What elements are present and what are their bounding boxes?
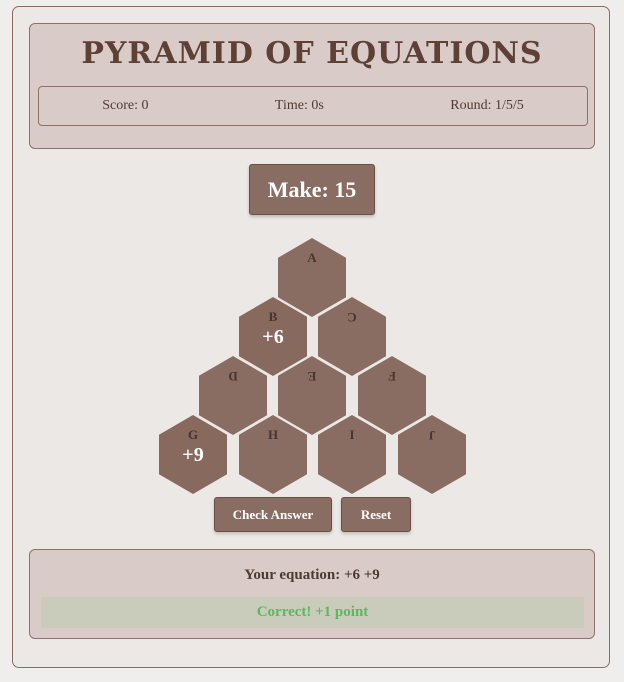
header-panel: PYRAMID OF EQUATIONS Score: 0 Time: 0s R…	[29, 23, 595, 149]
hex-tile-value: +6	[262, 326, 284, 348]
target-number: Make: 15	[249, 164, 375, 215]
hex-tile-b[interactable]: B +6	[239, 297, 307, 376]
hex-tile-c[interactable]: C	[318, 297, 386, 376]
hex-tile-d[interactable]: D	[199, 356, 267, 435]
hex-tile-letter: C	[347, 310, 357, 325]
score-display: Score: 0	[102, 98, 149, 113]
hex-tile-i[interactable]: I	[318, 415, 386, 494]
hex-tile-value: +9	[182, 444, 204, 466]
game-container: PYRAMID OF EQUATIONS Score: 0 Time: 0s R…	[12, 6, 610, 668]
hex-tile-letter: D	[228, 369, 238, 384]
time-display: Time: 0s	[274, 98, 324, 113]
hex-tile-f[interactable]: F	[358, 356, 426, 435]
hex-tile-j[interactable]: J	[398, 415, 466, 494]
hex-tile-letter: J	[428, 428, 436, 443]
hex-tile-letter: H	[267, 427, 279, 442]
hex-tile-letter: F	[388, 369, 396, 384]
check-answer-button[interactable]: Check Answer	[214, 497, 332, 532]
hex-tile-letter: B	[268, 309, 278, 324]
hex-tile-letter: E	[307, 369, 317, 384]
result-panel: Your equation: +6 +9 Correct! +1 point	[29, 549, 595, 639]
equation-display: Your equation: +6 +9	[244, 567, 380, 583]
hex-tile-e[interactable]: E	[278, 356, 346, 435]
hex-tile-h[interactable]: H	[239, 415, 307, 494]
round-display: Round: 1/5/5	[450, 98, 524, 113]
hex-tile-letter: I	[349, 427, 355, 442]
game-title: PYRAMID OF EQUATIONS	[81, 36, 543, 71]
hex-tile-a[interactable]: A	[278, 238, 346, 317]
hex-tile-letter: A	[307, 250, 317, 265]
stats-bar: Score: 0 Time: 0s Round: 1/5/5	[38, 86, 588, 126]
hex-tile-letter: G	[187, 427, 199, 442]
hex-tile-g[interactable]: G +9	[159, 415, 227, 494]
feedback-message: Correct! +1 point	[41, 597, 584, 628]
reset-button[interactable]: Reset	[341, 497, 411, 532]
